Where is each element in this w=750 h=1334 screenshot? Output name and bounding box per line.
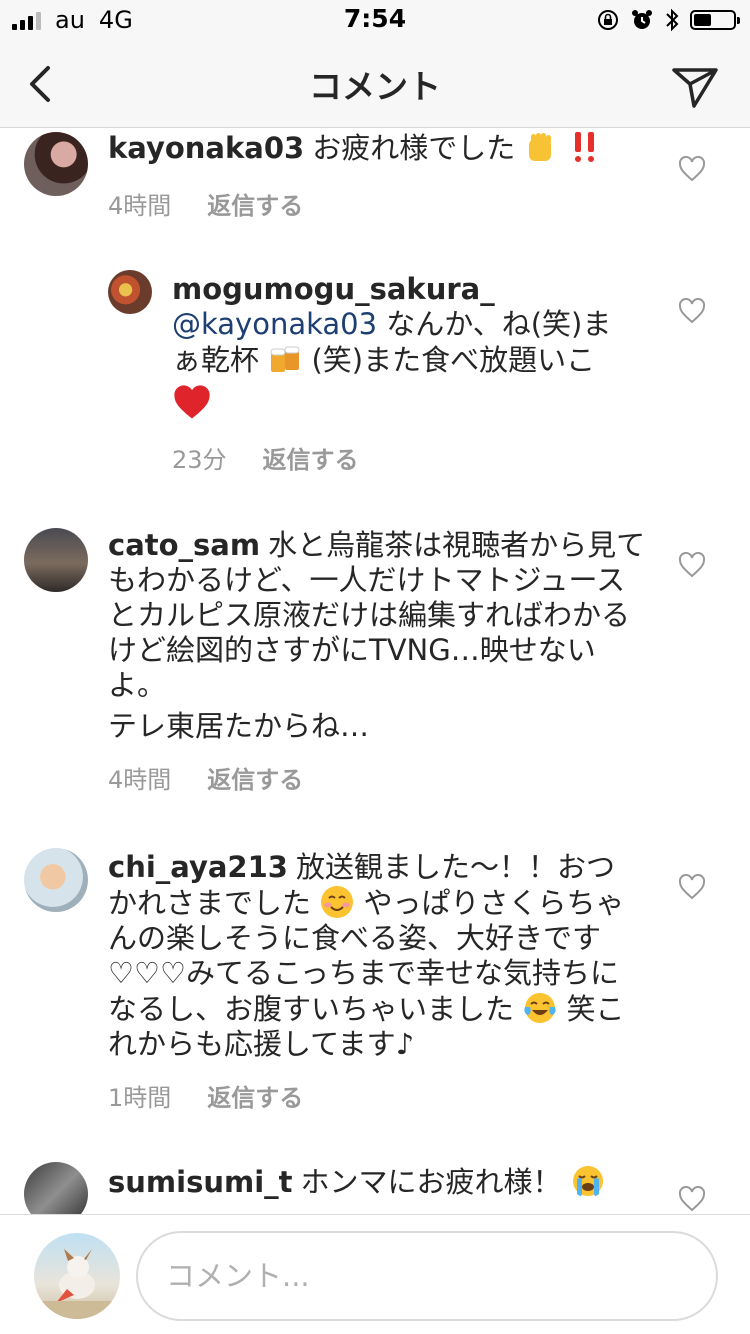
comment-username[interactable]: cato_sam — [108, 528, 260, 562]
status-right — [596, 6, 740, 34]
tears-of-joy-emoji — [524, 993, 556, 1023]
battery-icon — [690, 10, 740, 30]
dog-photo-icon — [34, 1249, 120, 1319]
comment-username[interactable]: kayonaka03 — [108, 131, 304, 165]
smiling-face-emoji — [321, 886, 354, 918]
heart-icon[interactable] — [678, 1186, 706, 1212]
comment-text-line: テレ東居たからね… — [108, 709, 370, 743]
comment-meta: 23分 返信する — [172, 440, 359, 475]
comment-time: 4時間 — [108, 192, 172, 220]
comment-text: お疲れ様でした — [312, 131, 516, 165]
reply-button[interactable]: 返信する — [207, 760, 303, 795]
reply-button[interactable]: 返信する — [207, 186, 303, 221]
red-heart-emoji — [174, 385, 210, 419]
avatar[interactable] — [108, 270, 152, 314]
avatar[interactable] — [24, 528, 88, 592]
heart-icon[interactable] — [678, 874, 706, 900]
comment-body: kayonaka03 お疲れ様でした — [108, 130, 668, 166]
double-exclamation-emoji — [574, 132, 594, 162]
comment-input-bar — [0, 1214, 750, 1334]
bluetooth-icon — [666, 8, 679, 32]
comment-username[interactable]: mogumogu_sakura_ — [172, 272, 614, 307]
raised-fist-emoji — [529, 133, 552, 161]
nav-bar: コメント — [0, 40, 750, 128]
loudly-crying-emoji — [572, 1166, 603, 1196]
reply-button[interactable]: 返信する — [207, 1078, 303, 1113]
status-bar: au 4G 7:54 — [0, 0, 750, 40]
comment-input[interactable] — [136, 1231, 718, 1321]
comment-time: 4時間 — [108, 766, 172, 794]
comment-body: chi_aya213 放送観ました〜！！おつかれさまでした やっぱりさくらちゃんの… — [108, 850, 636, 1062]
comment-text: ホンマにお疲れ様！ — [300, 1165, 562, 1199]
avatar[interactable] — [24, 1162, 88, 1214]
rotation-lock-icon — [598, 10, 618, 30]
comment-meta: 4時間 返信する — [108, 760, 303, 795]
comment-mention[interactable]: @kayonaka03 — [172, 307, 377, 341]
page-title: コメント — [309, 67, 441, 106]
heart-icon[interactable] — [678, 156, 706, 182]
comment-meta: 1時間 返信する — [108, 1078, 303, 1113]
comment-body: mogumogu_sakura_ @kayonaka03 なんか、ね(笑)まぁ乾… — [172, 272, 622, 424]
comment-body: sumisumi_t ホンマにお疲れ様！ — [108, 1164, 648, 1200]
comment-time: 23分 — [172, 446, 227, 474]
comment-meta: 4時間 返信する — [108, 186, 303, 221]
heart-icon[interactable] — [678, 552, 706, 578]
comment-username[interactable]: chi_aya213 — [108, 850, 288, 884]
comment-text-continued: (笑)また食べ放題いこ — [311, 343, 596, 377]
current-user-avatar — [34, 1233, 120, 1319]
comments-list[interactable]: kayonaka03 お疲れ様でした 4時間 返信する mogumogu_saku… — [0, 128, 750, 1214]
paper-plane-icon[interactable] — [670, 62, 720, 110]
avatar[interactable] — [24, 848, 88, 912]
alarm-icon — [632, 10, 652, 29]
comment-body: cato_sam 水と烏龍茶は視聴者から見てもわかるけど、一人だけトマトジュースと… — [108, 528, 648, 744]
beer-mugs-emoji — [270, 346, 300, 372]
comment-time: 1時間 — [108, 1084, 172, 1112]
heart-icon[interactable] — [678, 298, 706, 324]
avatar[interactable] — [24, 132, 88, 196]
reply-button[interactable]: 返信する — [263, 440, 359, 475]
comment-username[interactable]: sumisumi_t — [108, 1165, 293, 1199]
